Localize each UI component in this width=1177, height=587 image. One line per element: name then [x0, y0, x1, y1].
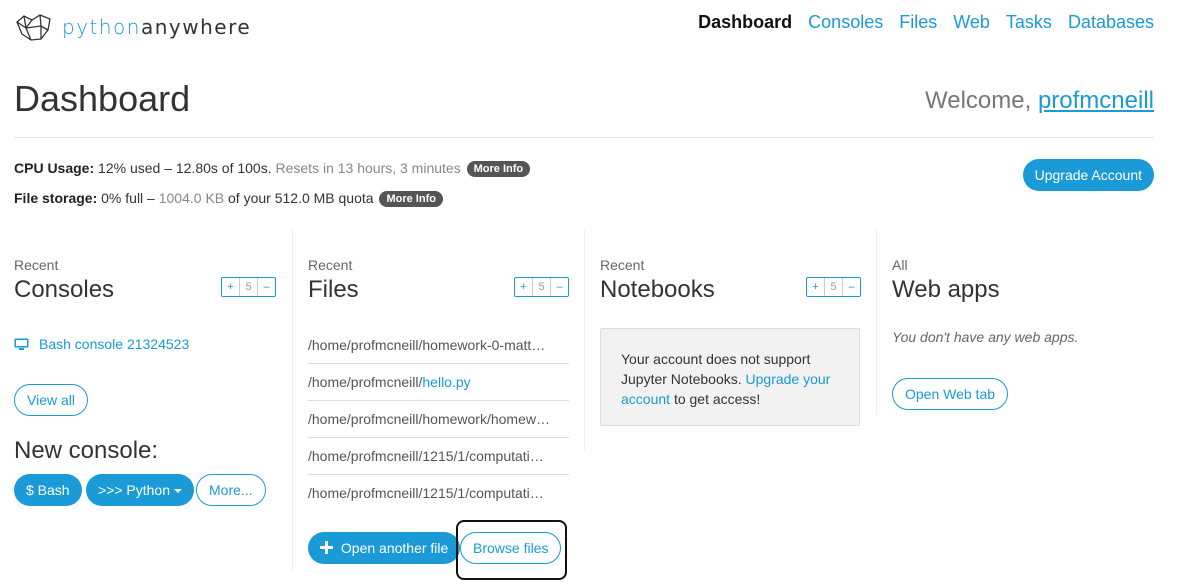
- upgrade-account-button[interactable]: Upgrade Account: [1022, 159, 1154, 191]
- notebooks-title: Notebooks: [600, 276, 715, 303]
- increase-button[interactable]: +: [515, 278, 532, 296]
- cpu-usage: CPU Usage: 12% used – 12.80s of 100s. Re…: [14, 160, 531, 177]
- increase-button[interactable]: +: [222, 278, 239, 296]
- storage-used: 1004.0 KB: [158, 190, 225, 206]
- consoles-count-control: + 5 –: [221, 277, 276, 297]
- nav-databases[interactable]: Databases: [1068, 12, 1154, 33]
- notebooks-message-end: to get access!: [673, 391, 761, 407]
- logo[interactable]: pythonanywhere: [14, 12, 251, 42]
- nav-web[interactable]: Web: [953, 12, 990, 33]
- file-path: /home/profmcneill/1215/1/computati…: [308, 448, 544, 464]
- cpu-more-info-button[interactable]: More Info: [466, 161, 531, 177]
- nav-tasks[interactable]: Tasks: [1006, 12, 1052, 33]
- highlight-box: [456, 520, 567, 580]
- storage-more-info-button[interactable]: More Info: [379, 191, 443, 207]
- recent-file-row[interactable]: /home/profmcneill/hello.py: [308, 364, 569, 401]
- decrease-button[interactable]: –: [551, 278, 568, 296]
- file-storage: File storage: 0% full – 1004.0 KB of you…: [14, 190, 443, 207]
- python-button[interactable]: >>> Python: [86, 474, 194, 506]
- recent-file-row[interactable]: /home/profmcneill/1215/1/computati…: [308, 438, 569, 475]
- open-another-file-button[interactable]: Open another file: [308, 532, 461, 564]
- recent-file-row[interactable]: /home/profmcneill/1215/1/computati…: [308, 475, 569, 511]
- storage-quota: of your 512.0 MB quota: [228, 190, 374, 206]
- page-title: Dashboard: [14, 78, 191, 119]
- count-value: 5: [824, 278, 843, 296]
- username-link[interactable]: profmcneill: [1038, 87, 1154, 114]
- storage-label: File storage:: [14, 190, 98, 206]
- cpu-value: 12% used – 12.80s of 100s.: [98, 160, 272, 176]
- welcome-message: Welcome, profmcneill: [925, 87, 1154, 115]
- file-path: /home/profmcneill/1215/1/computati…: [308, 485, 544, 501]
- column-divider: [876, 230, 877, 415]
- files-subtitle: Recent: [308, 257, 353, 273]
- recent-console-link[interactable]: Bash console 21324523: [39, 336, 189, 352]
- python-button-label: >>> Python: [98, 482, 171, 498]
- count-value: 5: [532, 278, 551, 296]
- recent-file-row[interactable]: /home/profmcneill/homework/homew…: [308, 401, 569, 438]
- caret-down-icon: [173, 489, 182, 494]
- more-consoles-button[interactable]: More...: [196, 474, 266, 506]
- new-console-title: New console:: [14, 437, 159, 464]
- notebooks-subtitle: Recent: [600, 257, 645, 273]
- consoles-subtitle: Recent: [14, 257, 59, 273]
- welcome-text: Welcome,: [925, 87, 1032, 114]
- divider: [14, 137, 1154, 138]
- plus-icon: [320, 541, 333, 554]
- logo-icon: [16, 14, 51, 41]
- monitor-icon: [14, 338, 29, 350]
- recent-console-item[interactable]: Bash console 21324523: [14, 336, 189, 352]
- bash-button[interactable]: $ Bash: [14, 474, 82, 506]
- top-nav: Dashboard Consoles Files Web Tasks Datab…: [698, 12, 1154, 33]
- file-link[interactable]: hello.py: [422, 374, 470, 390]
- open-web-tab-button[interactable]: Open Web tab: [892, 378, 1009, 410]
- recent-file-row[interactable]: /home/profmcneill/homework-0-matt…: [308, 327, 569, 364]
- no-webapps-message: You don't have any web apps.: [892, 329, 1079, 345]
- webapps-subtitle: All: [892, 257, 908, 273]
- count-value: 5: [239, 278, 258, 296]
- decrease-button[interactable]: –: [843, 278, 860, 296]
- file-path: /home/profmcneill/homework/homew…: [308, 411, 550, 427]
- notebooks-count-control: + 5 –: [806, 277, 861, 297]
- file-path: /home/profmcneill/homework-0-matt…: [308, 337, 546, 353]
- files-count-control: + 5 –: [514, 277, 569, 297]
- cpu-reset: Resets in 13 hours, 3 minutes: [275, 160, 461, 176]
- increase-button[interactable]: +: [807, 278, 824, 296]
- view-all-consoles-button[interactable]: View all: [14, 384, 88, 416]
- nav-dashboard[interactable]: Dashboard: [698, 12, 792, 33]
- file-path: /home/profmcneill/: [308, 374, 423, 390]
- consoles-title: Consoles: [14, 276, 115, 303]
- column-divider: [292, 230, 293, 570]
- storage-pct: 0% full –: [101, 190, 155, 206]
- notebooks-notice: Your account does not support Jupyter No…: [600, 328, 860, 426]
- cpu-label: CPU Usage:: [14, 160, 95, 176]
- column-divider: [584, 230, 585, 450]
- decrease-button[interactable]: –: [258, 278, 275, 296]
- logo-text: pythonanywhere: [62, 15, 252, 39]
- nav-files[interactable]: Files: [899, 12, 937, 33]
- files-title: Files: [308, 276, 359, 303]
- webapps-title: Web apps: [892, 276, 1000, 303]
- open-another-file-label: Open another file: [340, 540, 449, 556]
- nav-consoles[interactable]: Consoles: [808, 12, 883, 33]
